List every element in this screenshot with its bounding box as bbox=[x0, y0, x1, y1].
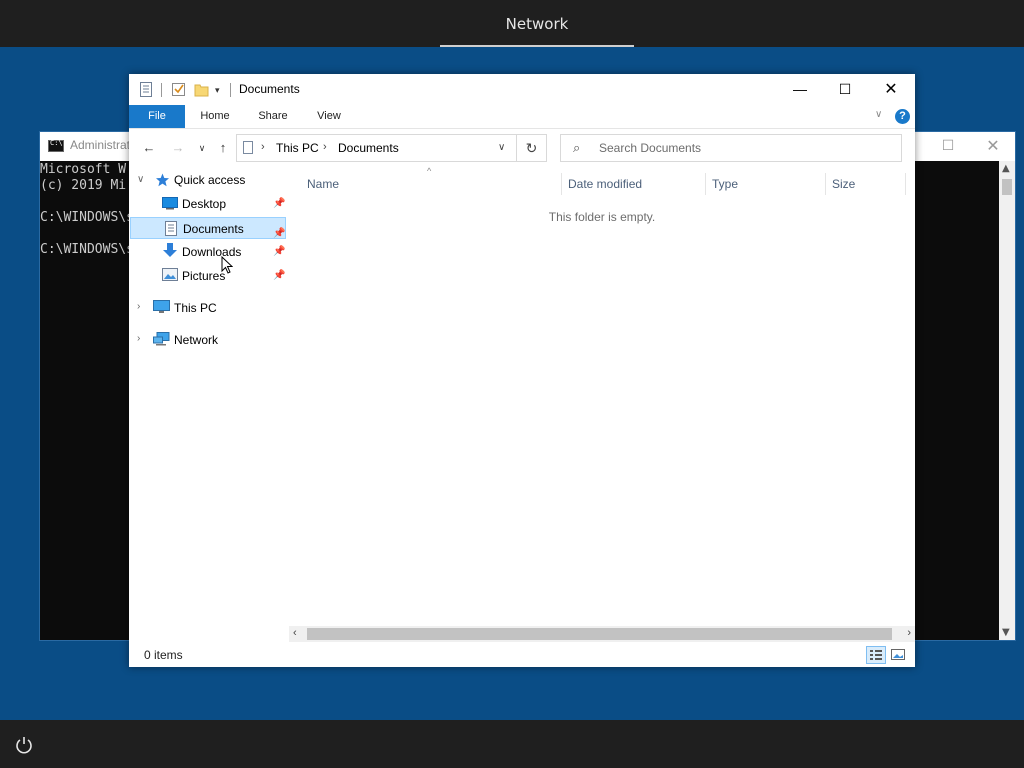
pin-icon[interactable]: 📌 bbox=[273, 246, 285, 257]
refresh-icon[interactable]: ↻ bbox=[516, 134, 547, 162]
qat-separator bbox=[161, 83, 162, 97]
folder-icon[interactable] bbox=[194, 82, 209, 97]
help-button[interactable]: ? bbox=[895, 109, 910, 124]
maximize-button[interactable]: ☐ bbox=[822, 74, 868, 105]
up-arrow-icon[interactable]: ↑ bbox=[214, 140, 232, 155]
tree-item-quick-access[interactable]: Quick access bbox=[174, 169, 245, 191]
tree-item-network[interactable]: Network bbox=[174, 329, 218, 351]
column-headers: ^ Name Date modified Type Size bbox=[289, 166, 915, 201]
scroll-down-icon[interactable]: ▼ bbox=[1002, 627, 1010, 638]
file-explorer-window[interactable]: ▾ Documents — ☐ ✕ File Home Share View ∨… bbox=[129, 74, 915, 667]
minimize-button[interactable]: — bbox=[777, 74, 823, 105]
column-separator[interactable] bbox=[561, 173, 562, 195]
column-size[interactable]: Size bbox=[832, 177, 855, 191]
address-bar[interactable]: › This PC › Documents ∨ bbox=[236, 134, 547, 162]
window-title: Documents bbox=[239, 82, 300, 96]
chevron-right-icon[interactable]: › bbox=[137, 333, 140, 344]
cmd-scrollbar[interactable]: ▲ ▼ bbox=[999, 161, 1015, 640]
search-box[interactable]: ⌕ bbox=[560, 134, 902, 162]
expand-ribbon-icon[interactable]: ∨ bbox=[875, 109, 882, 120]
details-view-icon bbox=[870, 650, 882, 660]
close-button[interactable]: ✕ bbox=[868, 74, 914, 105]
column-separator[interactable] bbox=[705, 173, 706, 195]
network-tab[interactable]: Network bbox=[440, 0, 634, 47]
sort-ascending-icon: ^ bbox=[427, 166, 432, 176]
breadcrumb-separator-icon[interactable]: › bbox=[323, 141, 327, 153]
forward-arrow-icon[interactable]: → bbox=[169, 140, 187, 155]
tab-file[interactable]: File bbox=[129, 105, 185, 128]
column-separator[interactable] bbox=[905, 173, 906, 195]
lock-screen-top-bar: Network bbox=[0, 0, 1024, 47]
search-icon: ⌕ bbox=[573, 140, 581, 155]
pin-icon[interactable]: 📌 bbox=[273, 223, 285, 245]
scroll-left-icon[interactable]: ‹ bbox=[293, 627, 297, 639]
large-icons-view-button[interactable] bbox=[889, 646, 909, 664]
qat-separator bbox=[230, 83, 231, 97]
monitor-icon bbox=[153, 300, 170, 313]
navigation-bar: ← → ∨ ↑ › This PC › Documents ∨ ↻ ⌕ bbox=[129, 129, 915, 167]
chevron-down-icon[interactable]: ∨ bbox=[137, 174, 144, 185]
back-arrow-icon[interactable]: ← bbox=[140, 140, 158, 155]
column-name[interactable]: Name bbox=[307, 177, 339, 191]
details-view-button[interactable] bbox=[866, 646, 886, 664]
column-separator[interactable] bbox=[825, 173, 826, 195]
horizontal-scroll-thumb[interactable] bbox=[307, 628, 892, 640]
pin-icon[interactable]: 📌 bbox=[273, 198, 285, 209]
tree-item-desktop[interactable]: Desktop bbox=[182, 193, 226, 215]
tab-view[interactable]: View bbox=[306, 105, 352, 128]
navigation-pane: ∨ Quick access Desktop 📌 Documents 📌 Dow… bbox=[129, 167, 289, 627]
breadcrumb-this-pc[interactable]: This PC bbox=[276, 141, 319, 155]
tree-item-this-pc[interactable]: This PC bbox=[174, 297, 217, 319]
desktop-icon bbox=[162, 197, 178, 210]
horizontal-scrollbar[interactable]: ‹ › bbox=[289, 626, 915, 642]
large-icons-view-icon bbox=[891, 649, 905, 660]
breadcrumb-separator-icon[interactable]: › bbox=[261, 141, 265, 153]
cmd-scroll-thumb[interactable] bbox=[1002, 179, 1012, 195]
checkbox-icon[interactable] bbox=[172, 82, 186, 97]
chevron-right-icon[interactable]: › bbox=[137, 301, 140, 312]
cmd-icon bbox=[48, 139, 64, 152]
pin-icon[interactable]: 📌 bbox=[273, 270, 285, 281]
document-icon bbox=[140, 82, 152, 97]
network-tab-underline bbox=[440, 45, 634, 47]
scroll-up-icon[interactable]: ▲ bbox=[1002, 163, 1010, 174]
document-icon bbox=[165, 221, 177, 236]
address-dropdown-icon[interactable]: ∨ bbox=[498, 142, 505, 153]
cmd-title: Administrat bbox=[70, 138, 131, 152]
tab-share[interactable]: Share bbox=[250, 105, 296, 128]
lock-screen-bottom-bar bbox=[0, 720, 1024, 768]
chevron-down-icon[interactable]: ▾ bbox=[215, 85, 220, 96]
cmd-maximize-button[interactable]: ☐ bbox=[940, 138, 956, 154]
item-count: 0 items bbox=[144, 648, 183, 662]
search-input[interactable] bbox=[599, 140, 889, 156]
star-icon bbox=[156, 173, 169, 187]
column-date-modified[interactable]: Date modified bbox=[568, 177, 642, 191]
tree-item-documents[interactable]: Documents bbox=[183, 218, 244, 240]
breadcrumb-documents[interactable]: Documents bbox=[338, 141, 399, 155]
scroll-right-icon[interactable]: › bbox=[907, 627, 911, 639]
status-bar: 0 items bbox=[129, 642, 915, 667]
network-icon bbox=[153, 332, 170, 346]
download-icon bbox=[163, 243, 177, 257]
document-icon bbox=[243, 141, 253, 154]
title-bar[interactable]: ▾ Documents — ☐ ✕ bbox=[129, 74, 915, 105]
cmd-close-button[interactable]: ✕ bbox=[985, 137, 1001, 155]
empty-folder-message: This folder is empty. bbox=[548, 210, 656, 224]
recent-locations-chevron-icon[interactable]: ∨ bbox=[193, 143, 211, 154]
ribbon-tabs: File Home Share View ∨ ? bbox=[129, 105, 915, 129]
column-type[interactable]: Type bbox=[712, 177, 738, 191]
tree-item-documents-row[interactable]: Documents 📌 bbox=[130, 217, 286, 239]
mouse-cursor-icon bbox=[221, 256, 233, 274]
cmd-output: Microsoft W (c) 2019 Mi C:\WINDOWS\s C:\… bbox=[40, 162, 134, 257]
pictures-icon bbox=[162, 268, 178, 281]
tab-home[interactable]: Home bbox=[192, 105, 238, 128]
power-icon[interactable] bbox=[14, 735, 34, 755]
tree-item-pictures[interactable]: Pictures bbox=[182, 265, 225, 287]
